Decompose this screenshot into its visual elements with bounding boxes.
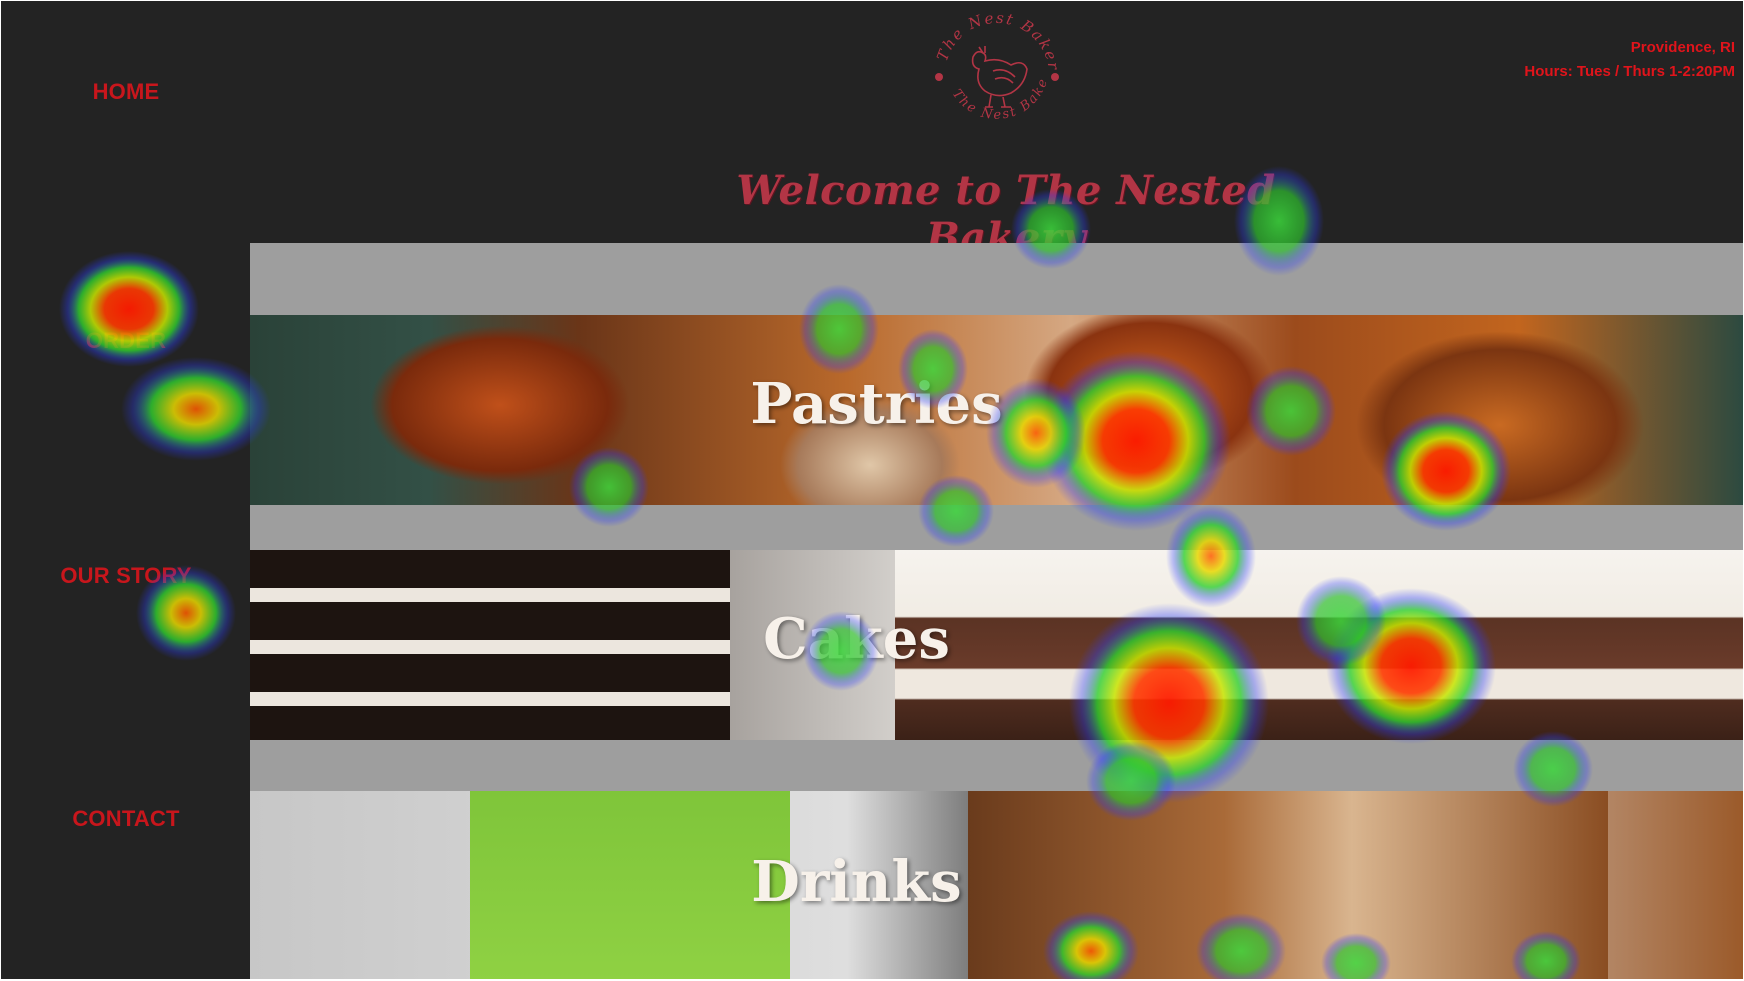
hours-text: Hours: Tues / Thurs 1-2:20PM (1524, 63, 1735, 80)
location-text: Providence, RI (1630, 39, 1735, 56)
cakes-banner[interactable]: Cakes (250, 550, 1743, 740)
nav-order-link[interactable]: ORDER (1, 328, 251, 354)
drinks-banner[interactable]: Drinks (250, 791, 1743, 979)
drinks-label: Drinks (751, 849, 962, 915)
hen-icon (971, 46, 1028, 108)
bakery-logo[interactable]: The Nest Bakery The Nest Bakery (927, 7, 1067, 143)
pastries-label: Pastries (750, 371, 1003, 437)
cakes-label: Cakes (763, 606, 950, 672)
svg-text:The Nest Bakery: The Nest Bakery (927, 7, 1063, 73)
screenshot-frame: HOME ORDER OUR STORY CONTACT The Nest Ba… (0, 0, 1744, 981)
nav-home-link[interactable]: HOME (1, 79, 251, 105)
category-section: Pastries Cakes Drinks (250, 243, 1743, 979)
nav-contact-link[interactable]: CONTACT (1, 806, 251, 832)
pastries-banner[interactable]: Pastries (250, 315, 1743, 505)
nav-our-story-link[interactable]: OUR STORY (1, 563, 251, 589)
logo-text-top: The Nest Bakery (927, 7, 1061, 73)
bakery-homepage: HOME ORDER OUR STORY CONTACT The Nest Ba… (1, 1, 1743, 979)
